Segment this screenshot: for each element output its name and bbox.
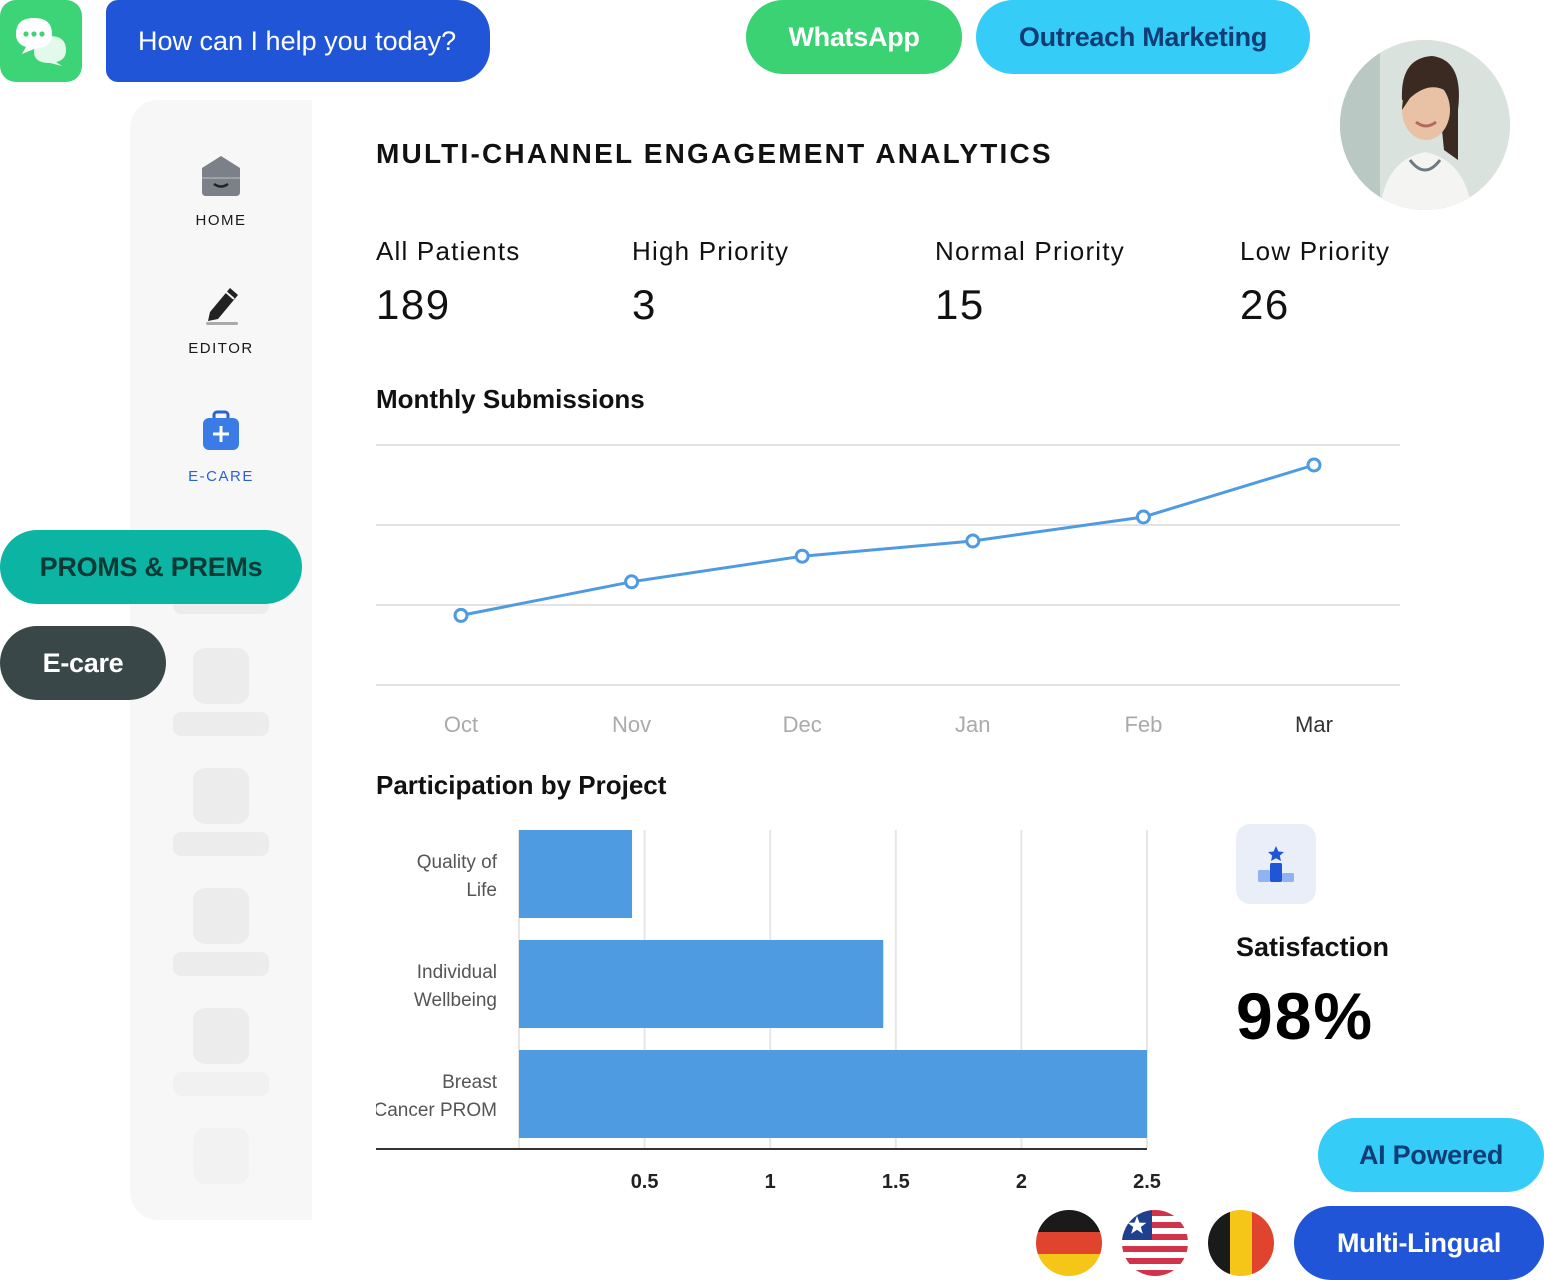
sidebar-item-home[interactable]: HOME <box>130 154 312 229</box>
bar <box>519 830 633 918</box>
e-care-badge[interactable]: E-care <box>0 626 166 700</box>
satisfaction-value: 98% <box>1236 979 1375 1053</box>
stat-label: High Priority <box>632 236 790 266</box>
x-tick-label: 1 <box>765 1171 776 1193</box>
multi-lingual-badge[interactable]: Multi-Lingual <box>1294 1206 1544 1280</box>
x-tick-label: Jan <box>955 712 990 737</box>
stat-normal-priority: Normal Priority 15 <box>935 236 1125 329</box>
data-point <box>1306 457 1322 473</box>
participation-chart: Quality of Life Individual Wellbeing Breast C… <box>376 830 1161 1193</box>
liberia-flag-icon[interactable] <box>1122 1210 1188 1276</box>
x-tick-label: 2 <box>1016 1171 1027 1193</box>
sidebar-item-editor[interactable]: EDITOR <box>130 282 312 357</box>
ai-powered-badge[interactable]: AI Powered <box>1318 1118 1544 1192</box>
data-point <box>624 574 640 590</box>
y-tick-label: Breast Cancer PROM <box>376 1072 498 1121</box>
sidebar-item-label: HOME <box>195 212 247 229</box>
sidebar-item-label: E-CARE <box>188 468 254 485</box>
chat-prompt-bubble[interactable]: How can I help you today? <box>106 0 490 82</box>
x-tick-label: 1.5 <box>882 1171 910 1193</box>
data-point <box>1135 509 1151 525</box>
placeholder-bar <box>173 832 269 856</box>
outreach-marketing-badge[interactable]: Outreach Marketing <box>976 0 1310 74</box>
chat-bubbles-icon <box>16 18 66 66</box>
pencil-icon <box>206 288 238 325</box>
x-tick-label: Nov <box>612 712 651 737</box>
stat-label: Normal Priority <box>935 236 1125 266</box>
y-tick-label: Quality of Life <box>417 852 498 901</box>
stat-value: 189 <box>376 281 451 328</box>
placeholder-icon <box>193 648 249 704</box>
placeholder-bar <box>173 712 269 736</box>
data-point <box>965 533 981 549</box>
medical-kit-icon <box>203 410 239 450</box>
stat-value: 3 <box>632 281 657 328</box>
x-tick-label: 2.5 <box>1133 1171 1161 1193</box>
germany-flag-icon[interactable] <box>1036 1210 1102 1276</box>
stat-low-priority: Low Priority 26 <box>1240 236 1390 329</box>
x-tick-label: Oct <box>444 712 478 737</box>
sidebar-item-label: EDITOR <box>188 340 254 357</box>
bar <box>519 940 884 1028</box>
placeholder-icon <box>193 888 249 944</box>
x-tick-label: Dec <box>783 712 822 737</box>
participation-title: Participation by Project <box>376 770 667 800</box>
placeholder-icon <box>193 768 249 824</box>
proms-prems-badge[interactable]: PROMS & PREMs <box>0 530 302 604</box>
chat-prompt-text: How can I help you today? <box>138 25 457 56</box>
data-point <box>453 607 469 623</box>
stat-label: All Patients <box>376 236 521 266</box>
data-point <box>794 548 810 564</box>
stat-value: 15 <box>935 281 985 328</box>
placeholder-icon <box>193 1128 249 1184</box>
monthly-submissions-title: Monthly Submissions <box>376 384 645 414</box>
stat-high-priority: High Priority 3 <box>632 236 789 329</box>
x-tick-label: Mar <box>1295 712 1333 737</box>
placeholder-icon <box>193 1008 249 1064</box>
stat-label: Low Priority <box>1240 236 1391 266</box>
monthly-submissions-chart: Oct Nov Dec Jan Feb Mar <box>376 444 1400 737</box>
x-tick-label: 0.5 <box>631 1171 659 1193</box>
sidebar-item-e-care[interactable]: E-CARE <box>130 410 312 485</box>
placeholder-bar <box>173 1072 269 1096</box>
series-line <box>460 463 1315 617</box>
placeholder-bar <box>173 952 269 976</box>
stat-all-patients: All Patients 189 <box>376 236 520 329</box>
x-tick-label: Feb <box>1124 712 1162 737</box>
chat-app-icon[interactable] <box>0 0 82 82</box>
belgium-flag-icon[interactable] <box>1208 1210 1274 1276</box>
stat-value: 26 <box>1240 281 1290 328</box>
whatsapp-badge[interactable]: WhatsApp <box>746 0 962 74</box>
y-tick-label: Individual Wellbeing <box>414 962 497 1011</box>
satisfaction-label: Satisfaction <box>1236 932 1390 962</box>
home-icon <box>202 156 240 196</box>
podium-star-icon <box>1236 824 1316 904</box>
doctor-avatar <box>1340 40 1510 210</box>
page-title: MULTI-CHANNEL ENGAGEMENT ANALYTICS <box>376 138 1053 169</box>
bar <box>519 1050 1147 1138</box>
